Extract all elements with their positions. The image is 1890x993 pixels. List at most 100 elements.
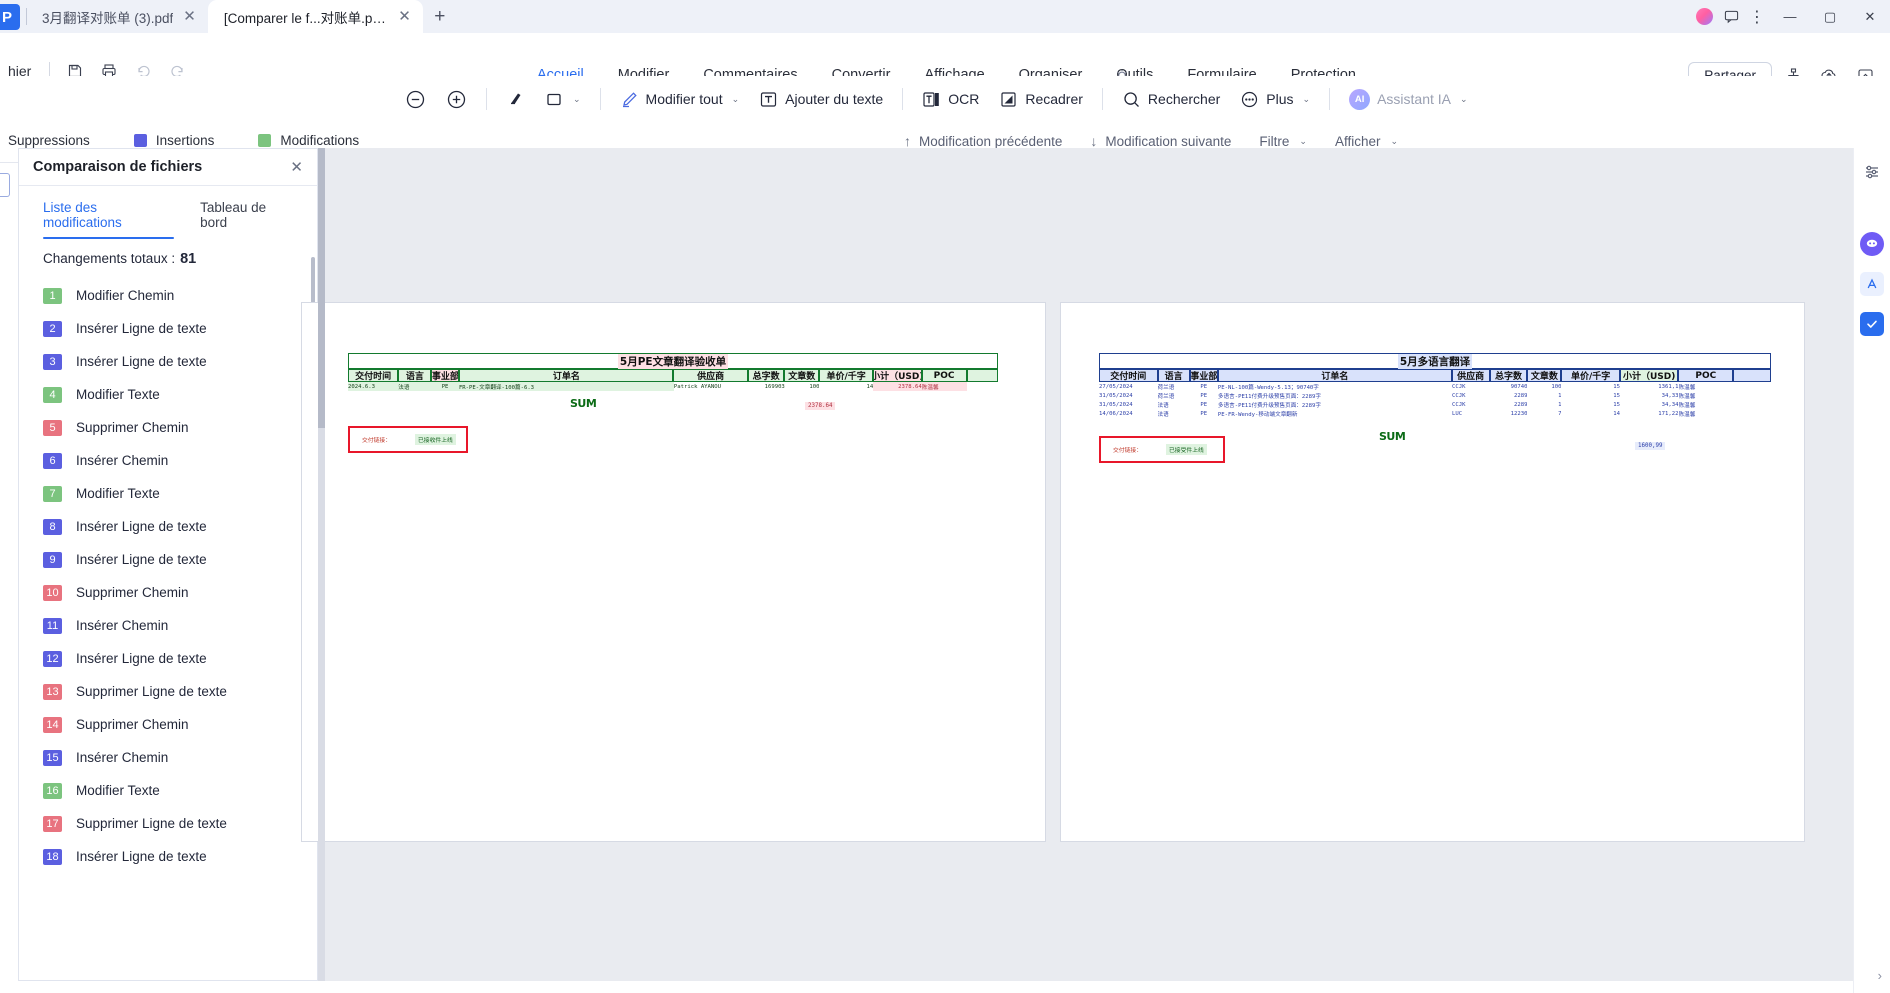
minimize-button[interactable]: —	[1770, 0, 1810, 33]
total-changes-label: Changements totaux :	[43, 251, 176, 266]
change-list-item[interactable]: 18 Insérer Ligne de texte	[19, 840, 317, 873]
sheet-left-title: 5月PE文章翻译验收单	[348, 353, 998, 369]
text-format-icon[interactable]	[1860, 272, 1884, 296]
table-cell: 34,34	[1661, 401, 1679, 408]
change-list-item[interactable]: 15 Insérer Chemin	[19, 741, 317, 774]
table-cell	[1733, 391, 1771, 400]
comment-icon[interactable]	[1718, 0, 1744, 33]
document-canvas: 5月PE文章翻译验收单 交付时间 语言 事业部 订单名 供应商 总字数 文章数 单价/千字 小计…	[301, 148, 1890, 981]
ocr-icon	[922, 90, 941, 109]
prev-change-button[interactable]: ↑ Modification précédente	[890, 133, 1076, 149]
table-cell: 2289	[1514, 401, 1528, 408]
change-list-item[interactable]: 12 Insérer Ligne de texte	[19, 642, 317, 675]
document-tab-1[interactable]: 3月翻译对账单 (3).pdf ✕	[26, 0, 208, 33]
chevron-down-icon[interactable]: ⌄	[573, 94, 581, 105]
change-list-item[interactable]: 3 Insérer Ligne de texte	[19, 345, 317, 378]
table-cell: 34,33	[1661, 392, 1679, 399]
change-list-item[interactable]: 4 Modifier Texte	[19, 378, 317, 411]
panel-edge-toggle[interactable]	[0, 173, 10, 197]
column-header: 事业部	[431, 369, 460, 382]
change-index-badge: 14	[43, 716, 62, 733]
chevron-down-icon[interactable]: ⌄	[732, 94, 740, 105]
table-cell: 荷兰语	[1157, 393, 1175, 400]
change-list-item[interactable]: 10 Supprimer Chemin	[19, 576, 317, 609]
column-header: 订单名	[459, 369, 674, 382]
change-list-item[interactable]: 16 Modifier Texte	[19, 774, 317, 807]
table-cell	[967, 382, 998, 391]
table-cell: 14/06/2024	[1099, 410, 1133, 417]
sheet-left-delivery-box: 交付链接： 已接收件上线	[348, 426, 468, 453]
canvas-scrollbar-thumb[interactable]	[318, 148, 325, 428]
comment-bubble-icon[interactable]	[1860, 232, 1884, 256]
chevron-down-icon[interactable]: ⌄	[1391, 136, 1399, 147]
change-label: Modifier Texte	[76, 387, 160, 402]
highlighter-button[interactable]	[496, 86, 535, 113]
change-list-item[interactable]: 17 Supprimer Ligne de texte	[19, 807, 317, 840]
zoom-in-button[interactable]	[436, 85, 477, 114]
next-change-button[interactable]: ↓ Modification suivante	[1076, 133, 1245, 149]
ai-assistant-button[interactable]: AI Assistant IA ⌄	[1339, 85, 1477, 114]
column-header: 供应商	[1451, 369, 1490, 382]
checkbox-icon[interactable]	[1860, 312, 1884, 336]
change-index-badge: 15	[43, 749, 62, 766]
table-cell: 陈温馨	[1678, 402, 1696, 409]
display-button[interactable]: Afficher ⌄	[1321, 134, 1412, 149]
change-index-badge: 10	[43, 584, 62, 601]
right-rail: ›	[1853, 148, 1890, 993]
tab-tableau-de-bord[interactable]: Tableau de bord	[200, 200, 293, 239]
close-icon[interactable]: ✕	[181, 9, 198, 24]
chevron-down-icon[interactable]: ⌄	[1460, 94, 1468, 105]
close-window-button[interactable]: ✕	[1850, 0, 1890, 33]
table-cell: PE	[1200, 383, 1208, 390]
change-list-item[interactable]: 1 Modifier Chemin	[19, 279, 317, 312]
table-cell: 169903	[764, 383, 785, 390]
tab-liste-des-modifications[interactable]: Liste des modifications	[43, 200, 175, 239]
change-label: Insérer Ligne de texte	[76, 552, 207, 567]
change-index-badge: 12	[43, 650, 62, 667]
change-list-item[interactable]: 11 Insérer Chemin	[19, 609, 317, 642]
ocr-button[interactable]: OCR	[912, 86, 989, 113]
more-button[interactable]: Plus ⌄	[1230, 86, 1320, 113]
document-page-left[interactable]: 5月PE文章翻译验收单 交付时间 语言 事业部 订单名 供应商 总字数 文章数 单价/千字 小计…	[301, 302, 1046, 842]
change-list-item[interactable]: 2 Insérer Ligne de texte	[19, 312, 317, 345]
chevron-down-icon[interactable]: ⌄	[1303, 94, 1311, 105]
change-list-item[interactable]: 6 Insérer Chemin	[19, 444, 317, 477]
filter-button[interactable]: Filtre ⌄	[1245, 134, 1321, 149]
document-tab-2[interactable]: [Comparer le f...对账单.pdf * ✕	[207, 0, 423, 33]
sliders-icon[interactable]	[1860, 160, 1884, 184]
table-cell: 陈温馨	[1678, 411, 1696, 418]
avatar[interactable]	[1692, 0, 1718, 33]
document-page-right[interactable]: 5月多语言翻译 交付时间 语言 事业部 订单名 供应商 总字数 文章数 单价/千字 小计（USD…	[1060, 302, 1805, 842]
sheet-left-note-label: 交付链接：	[362, 438, 391, 444]
change-list-item[interactable]: 5 Supprimer Chemin	[19, 411, 317, 444]
table-cell: 90740	[1510, 383, 1528, 390]
close-icon[interactable]: ✕	[396, 9, 413, 24]
table-cell: 1	[1558, 401, 1562, 408]
column-header	[966, 369, 998, 382]
maximize-button[interactable]: ▢	[1810, 0, 1850, 33]
zoom-out-button[interactable]	[395, 85, 436, 114]
shape-button[interactable]: ⌄	[535, 86, 591, 113]
change-list-item[interactable]: 13 Supprimer Ligne de texte	[19, 675, 317, 708]
close-icon[interactable]: ✕	[290, 158, 303, 176]
total-changes-value: 81	[180, 251, 197, 267]
chevron-down-icon[interactable]: ⌄	[1299, 136, 1307, 147]
edit-all-label: Modifier tout	[645, 91, 723, 107]
edit-all-button[interactable]: Modifier tout ⌄	[610, 86, 750, 113]
new-tab-button[interactable]: +	[423, 0, 457, 33]
sheet-left-sum-label: SUM	[570, 397, 597, 410]
change-label: Supprimer Chemin	[76, 420, 189, 435]
table-cell	[1733, 382, 1771, 391]
change-list-item[interactable]: 9 Insérer Ligne de texte	[19, 543, 317, 576]
sheet-left-body: 2024.6.3 法语 PE FR-PE-文章翻译-100篇-6.3 Patrick A…	[348, 382, 998, 391]
zoom-out-icon	[405, 89, 426, 110]
change-list-item[interactable]: 14 Supprimer Chemin	[19, 708, 317, 741]
column-header: 文章数	[1527, 369, 1562, 382]
change-list-item[interactable]: 8 Insérer Ligne de texte	[19, 510, 317, 543]
sheet-left-sum-value: 2378.64	[805, 402, 836, 410]
change-list-item[interactable]: 7 Modifier Texte	[19, 477, 317, 510]
more-vertical-icon[interactable]: ⋮	[1744, 0, 1770, 33]
crop-button[interactable]: Recadrer	[989, 86, 1093, 113]
search-button[interactable]: Rechercher	[1112, 86, 1230, 113]
add-text-button[interactable]: Ajouter du texte	[749, 86, 893, 113]
